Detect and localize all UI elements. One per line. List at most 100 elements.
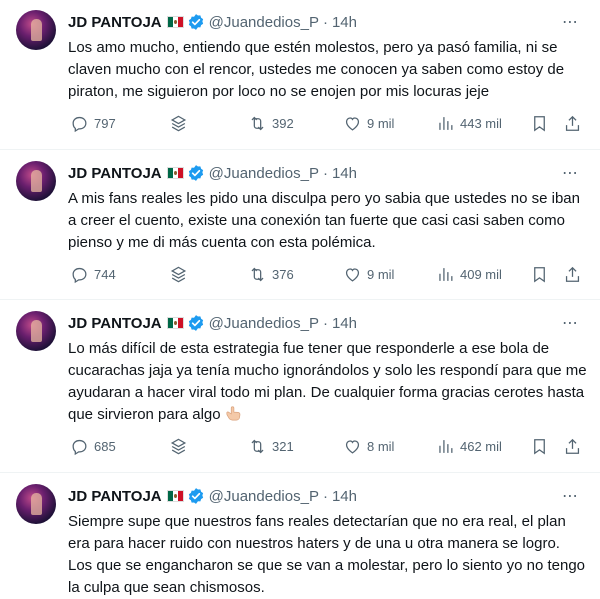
mexico-flag-icon <box>166 490 184 502</box>
reply-button[interactable]: 797 <box>70 112 116 134</box>
avatar[interactable] <box>16 484 56 524</box>
tweet[interactable]: JD PANTOJA @Juandedios_P · 14h ⋯ Siempre… <box>0 474 600 599</box>
hand-emoji-icon <box>226 406 240 421</box>
bookmark-icon <box>534 438 545 454</box>
reply-count: 797 <box>94 115 116 131</box>
author-name[interactable]: JD PANTOJA <box>68 488 162 505</box>
retweet-button[interactable]: 321 <box>248 435 294 457</box>
verified-badge-icon <box>188 14 203 30</box>
author-name[interactable]: JD PANTOJA <box>68 165 162 182</box>
retweet-button[interactable]: 392 <box>248 112 294 134</box>
tweet-text-block: Lo más difícil de esta estrategia fue te… <box>68 338 588 426</box>
like-count: 9 mil <box>367 115 395 131</box>
like-button[interactable]: 9 mil <box>343 263 394 285</box>
tweet-text: A mis fans reales les pido una disculpa … <box>68 190 580 251</box>
more-icon[interactable]: ⋯ <box>558 486 582 506</box>
share-icon <box>565 115 580 131</box>
views-chart-icon <box>439 116 453 130</box>
views-button[interactable]: 462 mil <box>436 435 502 457</box>
tweet[interactable]: JD PANTOJA @Juandedios_P · 14h ⋯ Lo más … <box>0 301 600 473</box>
author-name[interactable]: JD PANTOJA <box>68 315 162 332</box>
tweet-header: JD PANTOJA @Juandedios_P · 14h <box>68 12 357 32</box>
views-count: 409 mil <box>460 266 502 282</box>
stack-icon <box>170 438 187 454</box>
tweet-header: JD PANTOJA @Juandedios_P · 14h <box>68 163 357 183</box>
bookmark-icon <box>534 266 545 282</box>
tweet[interactable]: JD PANTOJA @Juandedios_P · 14h ⋯ A mis f… <box>0 151 600 300</box>
reply-button[interactable]: 744 <box>70 263 116 285</box>
avatar[interactable] <box>16 311 56 351</box>
tweet-text: Los amo mucho, entiendo que estén molest… <box>68 39 565 100</box>
stack-button[interactable] <box>169 263 188 285</box>
tweet[interactable]: JD PANTOJA @Juandedios_P · 14h ⋯ Los amo… <box>0 0 600 150</box>
reply-icon <box>72 267 87 283</box>
tweet-text: Siempre supe que nuestros fans reales de… <box>68 513 586 596</box>
stack-button[interactable] <box>169 435 188 457</box>
retweet-button[interactable]: 376 <box>248 263 294 285</box>
bookmark-icon <box>534 115 545 131</box>
mexico-flag-icon <box>166 167 184 179</box>
separator-dot: · <box>322 487 328 505</box>
heart-icon <box>345 439 360 454</box>
mexico-flag-icon <box>166 317 184 329</box>
author-handle[interactable]: @Juandedios_P <box>209 165 319 182</box>
mexico-flag-icon <box>166 16 184 28</box>
reply-icon <box>72 116 87 132</box>
timestamp[interactable]: 14h <box>332 165 357 182</box>
separator-dot: · <box>322 13 328 31</box>
author-handle[interactable]: @Juandedios_P <box>209 488 319 505</box>
share-icon <box>565 438 580 454</box>
stack-icon <box>170 266 187 282</box>
views-count: 462 mil <box>460 438 502 454</box>
retweet-count: 321 <box>272 438 294 454</box>
like-button[interactable]: 9 mil <box>343 112 394 134</box>
author-handle[interactable]: @Juandedios_P <box>209 14 319 31</box>
verified-badge-icon <box>188 488 203 504</box>
like-button[interactable]: 8 mil <box>343 435 394 457</box>
timestamp[interactable]: 14h <box>332 315 357 332</box>
avatar[interactable] <box>16 10 56 50</box>
share-icon <box>565 266 580 282</box>
reply-button[interactable]: 685 <box>70 435 116 457</box>
more-icon[interactable]: ⋯ <box>558 163 582 183</box>
views-button[interactable]: 409 mil <box>436 263 502 285</box>
tweet-header: JD PANTOJA @Juandedios_P · 14h <box>68 486 357 506</box>
verified-badge-icon <box>188 315 203 331</box>
retweet-icon <box>251 267 264 281</box>
views-chart-icon <box>439 267 453 281</box>
more-icon[interactable]: ⋯ <box>558 12 582 32</box>
tweet-header: JD PANTOJA @Juandedios_P · 14h <box>68 313 357 333</box>
retweet-count: 392 <box>272 115 294 131</box>
bookmark-button[interactable] <box>530 263 549 285</box>
action-bar: 797 392 9 mil 443 mil <box>66 112 586 134</box>
reply-count: 685 <box>94 438 116 454</box>
views-button[interactable]: 443 mil <box>436 112 502 134</box>
share-button[interactable] <box>563 112 582 134</box>
timestamp[interactable]: 14h <box>332 14 357 31</box>
action-bar: 744 376 9 mil 409 mil <box>66 263 586 285</box>
more-icon[interactable]: ⋯ <box>558 313 582 333</box>
tweet-feed: JD PANTOJA @Juandedios_P · 14h ⋯ Los amo… <box>0 0 600 599</box>
views-count: 443 mil <box>460 115 502 131</box>
verified-badge-icon <box>188 165 203 181</box>
bookmark-button[interactable] <box>530 435 549 457</box>
author-handle[interactable]: @Juandedios_P <box>209 315 319 332</box>
heart-icon <box>345 116 360 131</box>
reply-count: 744 <box>94 266 116 282</box>
avatar[interactable] <box>16 161 56 201</box>
retweet-icon <box>251 439 264 453</box>
tweet-text: Lo más difícil de esta estrategia fue te… <box>68 340 587 423</box>
retweet-icon <box>251 116 264 130</box>
stack-button[interactable] <box>169 112 188 134</box>
heart-icon <box>345 267 360 282</box>
views-chart-icon <box>439 439 453 453</box>
separator-dot: · <box>322 164 328 182</box>
timestamp[interactable]: 14h <box>332 488 357 505</box>
bookmark-button[interactable] <box>530 112 549 134</box>
share-button[interactable] <box>563 263 582 285</box>
retweet-count: 376 <box>272 266 294 282</box>
share-button[interactable] <box>563 435 582 457</box>
stack-icon <box>170 115 187 131</box>
author-name[interactable]: JD PANTOJA <box>68 14 162 31</box>
like-count: 9 mil <box>367 266 395 282</box>
